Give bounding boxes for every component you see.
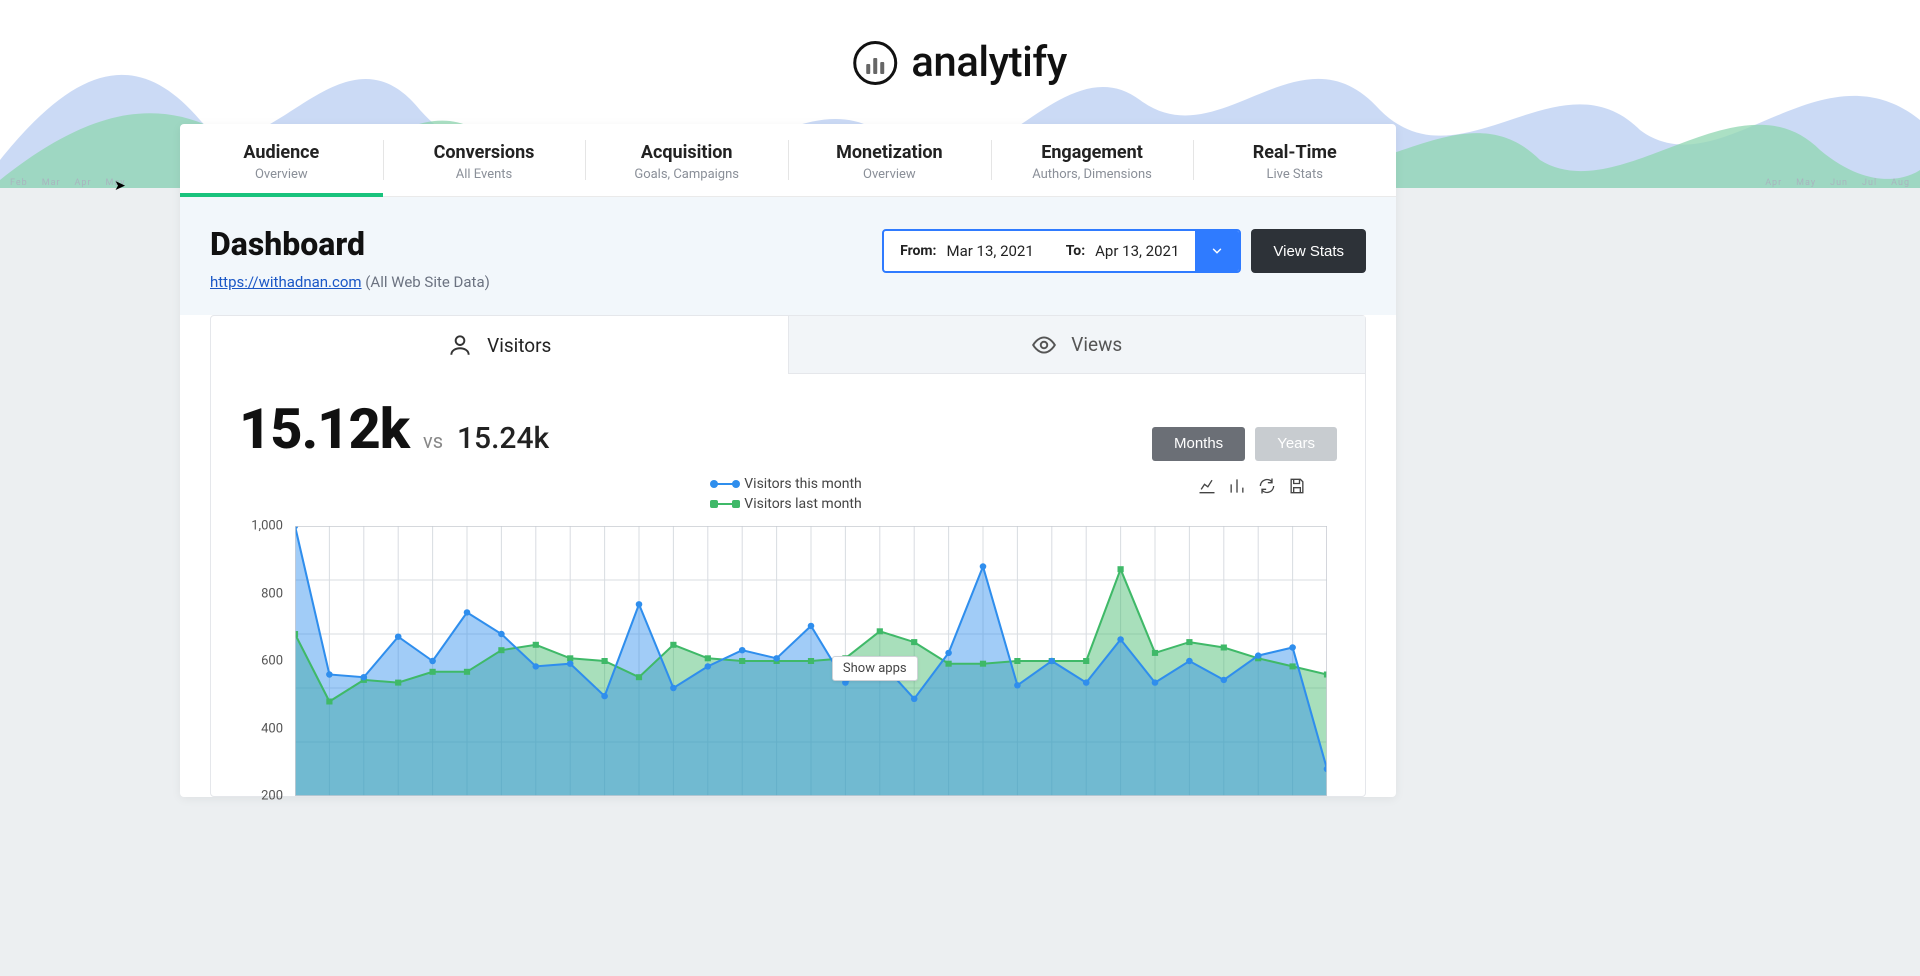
date-from-value: Mar 13, 2021	[946, 242, 1033, 260]
save-icon[interactable]	[1287, 476, 1307, 496]
panel-tabs: Visitors Views	[211, 316, 1365, 374]
brand-name: analytify	[911, 38, 1067, 87]
date-to-label: To:	[1066, 243, 1085, 259]
dashboard-header: Dashboard https://withadnan.com (All Web…	[180, 197, 1396, 315]
metric-primary: 15.12k	[239, 396, 409, 462]
y-axis: 1,000 800 600 400 200	[239, 526, 289, 796]
brand-logo: analytify	[853, 38, 1067, 87]
tab-views-label: Views	[1071, 333, 1122, 356]
nav-acquisition[interactable]: Acquisition Goals, Campaigns	[585, 124, 788, 196]
tab-visitors[interactable]: Visitors	[211, 316, 788, 374]
edge-month-labels-left: FebMarAprMay	[10, 178, 125, 188]
chart-plot[interactable]	[295, 526, 1327, 796]
chart-legend: Visitors this month Visitors last month	[211, 476, 1365, 512]
metric-vs-label: vs	[423, 429, 443, 453]
chevron-down-icon	[1210, 244, 1224, 258]
date-range-picker[interactable]: From: Mar 13, 2021 To: Apr 13, 2021	[882, 229, 1241, 273]
date-to-value: Apr 13, 2021	[1095, 242, 1179, 260]
cursor-icon: ➤	[114, 178, 126, 194]
nav-realtime[interactable]: Real-Time Live Stats	[1193, 124, 1396, 196]
chart-area: 1,000 800 600 400 200 Show apps	[239, 526, 1337, 796]
page-title: Dashboard	[210, 225, 490, 263]
visitors-panel: Visitors Views 15.12k vs 15.24k Months Y…	[210, 315, 1366, 797]
chart-toolbar	[1197, 476, 1307, 496]
nav-conversions[interactable]: Conversions All Events	[383, 124, 586, 196]
dashboard-card: Audience Overview Conversions All Events…	[180, 124, 1396, 797]
years-button[interactable]: Years	[1255, 427, 1337, 461]
date-from-label: From:	[900, 243, 936, 259]
nav-monetization[interactable]: Monetization Overview	[788, 124, 991, 196]
legend-this-month: Visitors this month	[714, 476, 862, 492]
months-button[interactable]: Months	[1152, 427, 1245, 461]
view-stats-button[interactable]: View Stats	[1251, 229, 1366, 273]
bar-chart-icon	[853, 41, 897, 85]
header-controls: From: Mar 13, 2021 To: Apr 13, 2021 View…	[882, 229, 1366, 273]
chart-tooltip: Show apps	[832, 656, 918, 681]
metric-row: 15.12k vs 15.24k Months Years	[211, 374, 1365, 470]
metric-comparison: 15.24k	[457, 421, 549, 456]
site-meta-label: (All Web Site Data)	[365, 273, 490, 291]
bar-chart-icon[interactable]	[1227, 476, 1247, 496]
legend-last-month: Visitors last month	[714, 496, 861, 512]
tab-visitors-label: Visitors	[487, 334, 551, 357]
eye-icon	[1031, 332, 1057, 358]
legend-marker-green	[714, 503, 736, 505]
date-dropdown-toggle[interactable]	[1195, 231, 1239, 271]
person-icon	[447, 332, 473, 358]
site-url-link[interactable]: https://withadnan.com	[210, 273, 362, 291]
refresh-icon[interactable]	[1257, 476, 1277, 496]
nav-engagement[interactable]: Engagement Authors, Dimensions	[991, 124, 1194, 196]
edge-month-labels-right: AprMayJunJulAug	[1765, 178, 1910, 188]
line-chart-icon[interactable]	[1197, 476, 1217, 496]
site-meta: https://withadnan.com (All Web Site Data…	[210, 273, 490, 291]
metric-values: 15.12k vs 15.24k	[239, 396, 549, 462]
time-segment-buttons: Months Years	[1152, 427, 1337, 461]
tab-views[interactable]: Views	[788, 316, 1366, 374]
nav-audience[interactable]: Audience Overview	[180, 124, 383, 196]
legend-marker-blue	[714, 483, 736, 485]
main-nav: Audience Overview Conversions All Events…	[180, 124, 1396, 197]
